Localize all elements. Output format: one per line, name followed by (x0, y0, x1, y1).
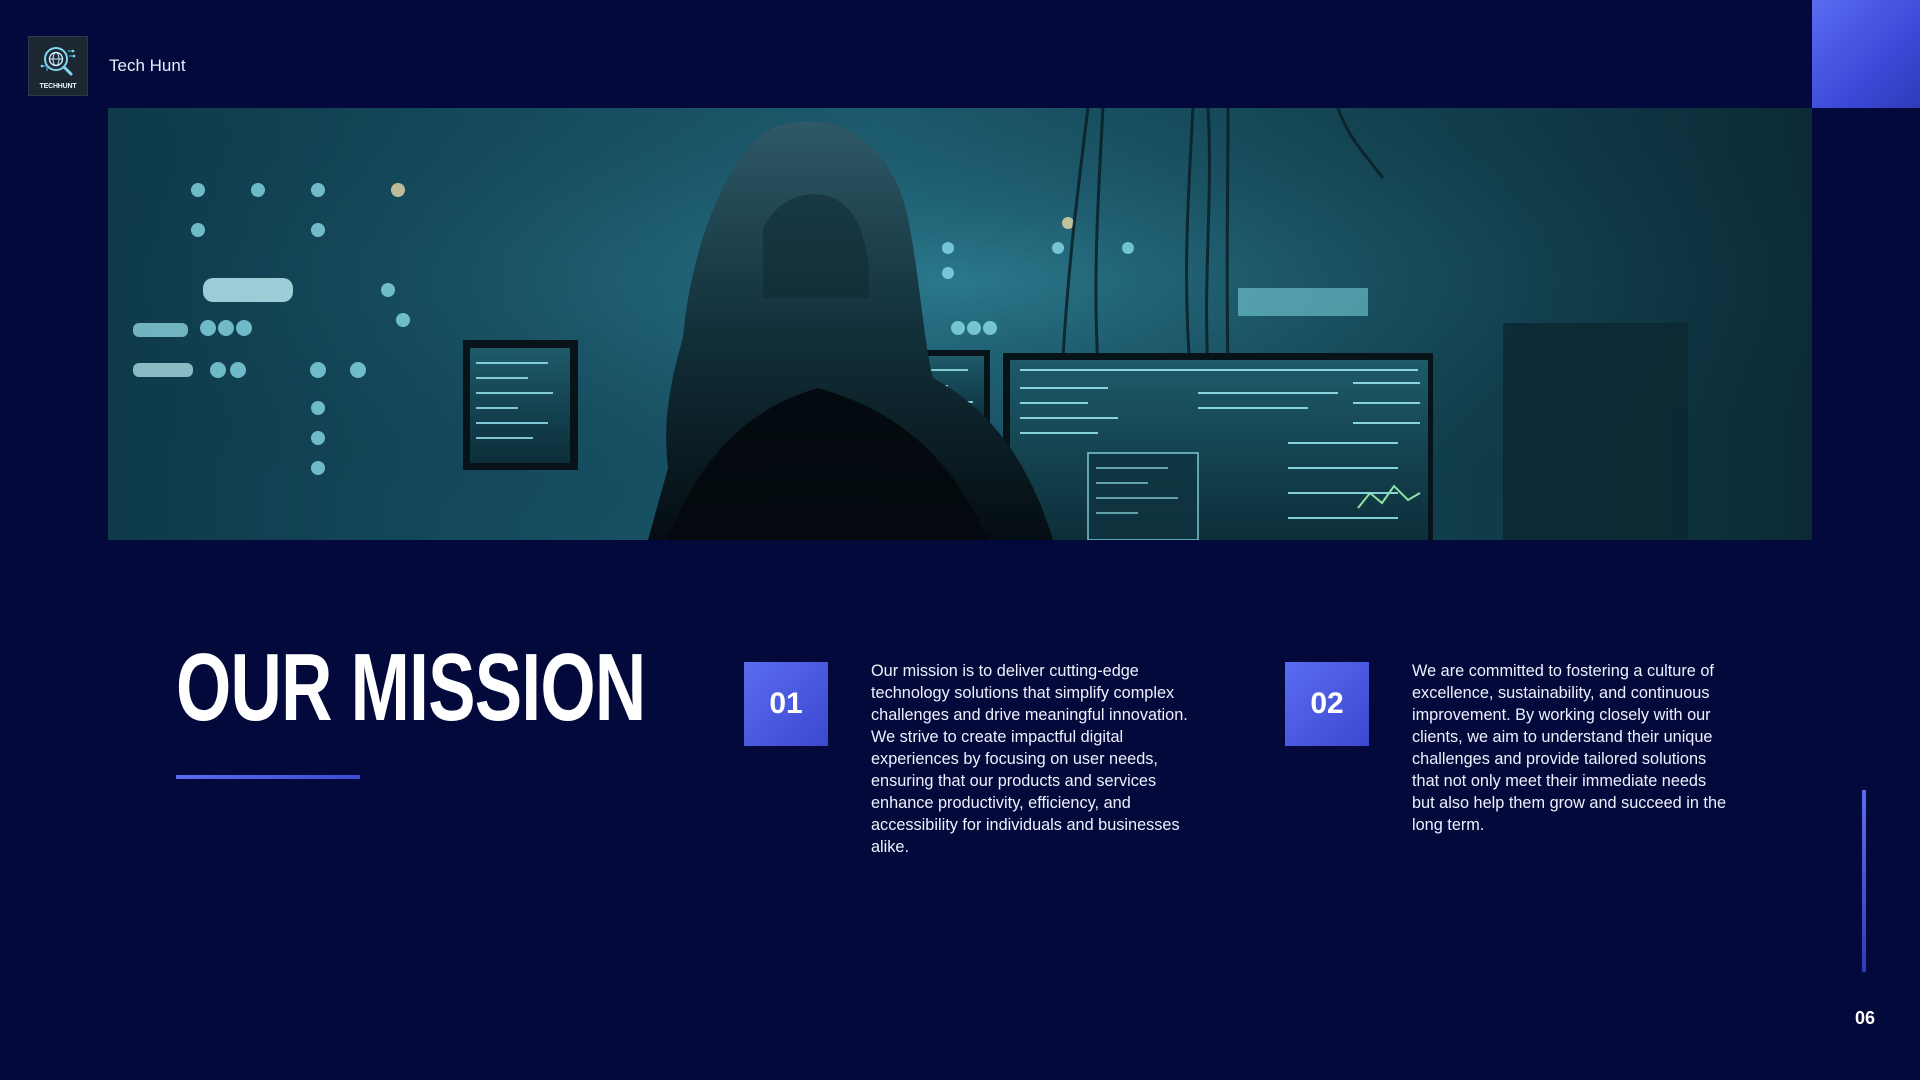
magnifier-globe-icon (40, 47, 76, 76)
logo-wordmark: TECHHUNT (39, 83, 77, 90)
slide: TECHHUNT Tech Hunt OUR MISSION 01 Our mi… (0, 0, 1920, 1080)
side-accent-bar (1862, 790, 1866, 972)
page-number: 06 (1855, 1008, 1876, 1028)
mission-item-number: 02 (1285, 662, 1369, 746)
title-underline (176, 775, 360, 779)
brand-name: Tech Hunt (109, 56, 186, 75)
mission-title: OUR MISSION (176, 634, 646, 741)
hooded-figure-at-monitors-illustration (108, 108, 1812, 540)
mission-item-text: Our mission is to deliver cutting-edge t… (871, 662, 1188, 856)
corner-accent (1812, 0, 1920, 108)
brand-logo[interactable]: TECHHUNT (28, 36, 88, 96)
mission-item-text: We are committed to fostering a culture … (1412, 662, 1727, 834)
mission-item-number: 01 (744, 662, 828, 746)
hero-image (108, 108, 1812, 540)
